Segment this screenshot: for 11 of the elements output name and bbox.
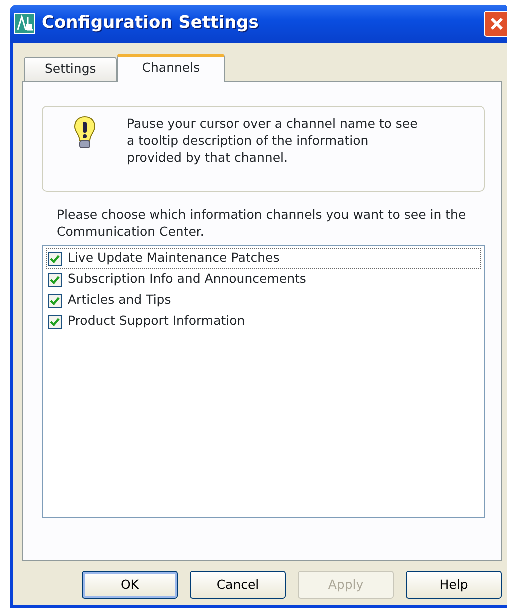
channel-label[interactable]: Subscription Info and Announcements	[68, 270, 306, 289]
window-title: Configuration Settings	[42, 12, 259, 36]
info-text: Pause your cursor over a channel name to see a tooltip description of the information provided by that channel.	[127, 115, 419, 167]
dialog-button[interactable]: Help	[406, 571, 502, 599]
channel-label[interactable]: Articles and Tips	[68, 291, 172, 310]
dialog-button[interactable]: Cancel	[190, 571, 286, 599]
tab[interactable]: Channels	[117, 54, 226, 82]
instruction-text: Please choose which information channels you want to see in the Communication Center.	[57, 206, 468, 240]
tab[interactable]: Settings	[24, 57, 118, 81]
channel-label[interactable]: Product Support Information	[68, 312, 246, 331]
dialog-button[interactable]: OK	[82, 571, 178, 599]
